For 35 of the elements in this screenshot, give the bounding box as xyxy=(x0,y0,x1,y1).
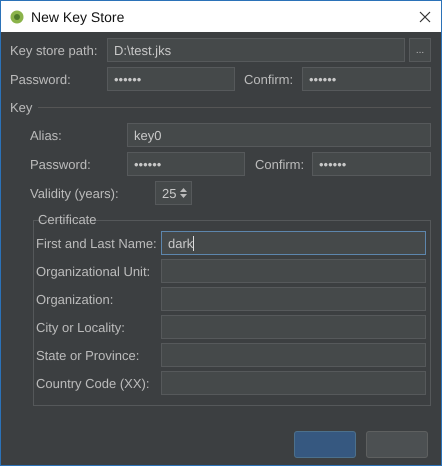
text-field[interactable] xyxy=(161,371,426,395)
text-field[interactable] xyxy=(161,287,426,311)
field-label: First and Last Name: xyxy=(36,236,158,250)
text-field[interactable]: dark xyxy=(161,231,426,255)
spinner-arrows-icon[interactable] xyxy=(179,187,188,199)
field-label: Key store path: xyxy=(10,42,98,58)
browse-button[interactable]: ... xyxy=(409,38,431,62)
field-label: Organizational Unit: xyxy=(36,264,152,278)
confirm-field[interactable]: •••••• xyxy=(312,152,431,176)
text-field[interactable] xyxy=(161,343,426,367)
dialog-button[interactable] xyxy=(294,431,356,458)
dialog-button[interactable] xyxy=(366,431,428,458)
password-field[interactable]: •••••• xyxy=(127,152,245,176)
validity-spinner[interactable]: 25 xyxy=(155,181,192,205)
section-title: Key xyxy=(10,100,32,115)
field-label: Password: xyxy=(30,156,92,172)
field-label: City or Locality: xyxy=(36,320,126,334)
field-label: Validity (years): xyxy=(30,186,120,200)
field-label: Country Code (XX): xyxy=(36,376,150,390)
close-icon[interactable] xyxy=(419,10,431,22)
text-field[interactable] xyxy=(161,315,426,339)
path-field[interactable]: D:\test.jks xyxy=(107,38,405,62)
text-field[interactable] xyxy=(161,259,426,283)
field-label: Organization: xyxy=(36,292,114,306)
app-icon xyxy=(10,10,24,24)
group-title: Certificate xyxy=(37,212,98,228)
field-label: Alias: xyxy=(30,128,63,142)
alias-field[interactable]: key0 xyxy=(127,123,431,147)
password-field[interactable]: •••••• xyxy=(107,67,235,91)
confirm-field[interactable]: •••••• xyxy=(302,67,431,91)
field-label: Confirm: xyxy=(244,72,294,86)
field-label: Password: xyxy=(10,72,72,86)
field-label: Confirm: xyxy=(255,156,306,172)
field-label: State or Province: xyxy=(36,348,140,362)
window-title: New Key Store xyxy=(31,8,126,24)
